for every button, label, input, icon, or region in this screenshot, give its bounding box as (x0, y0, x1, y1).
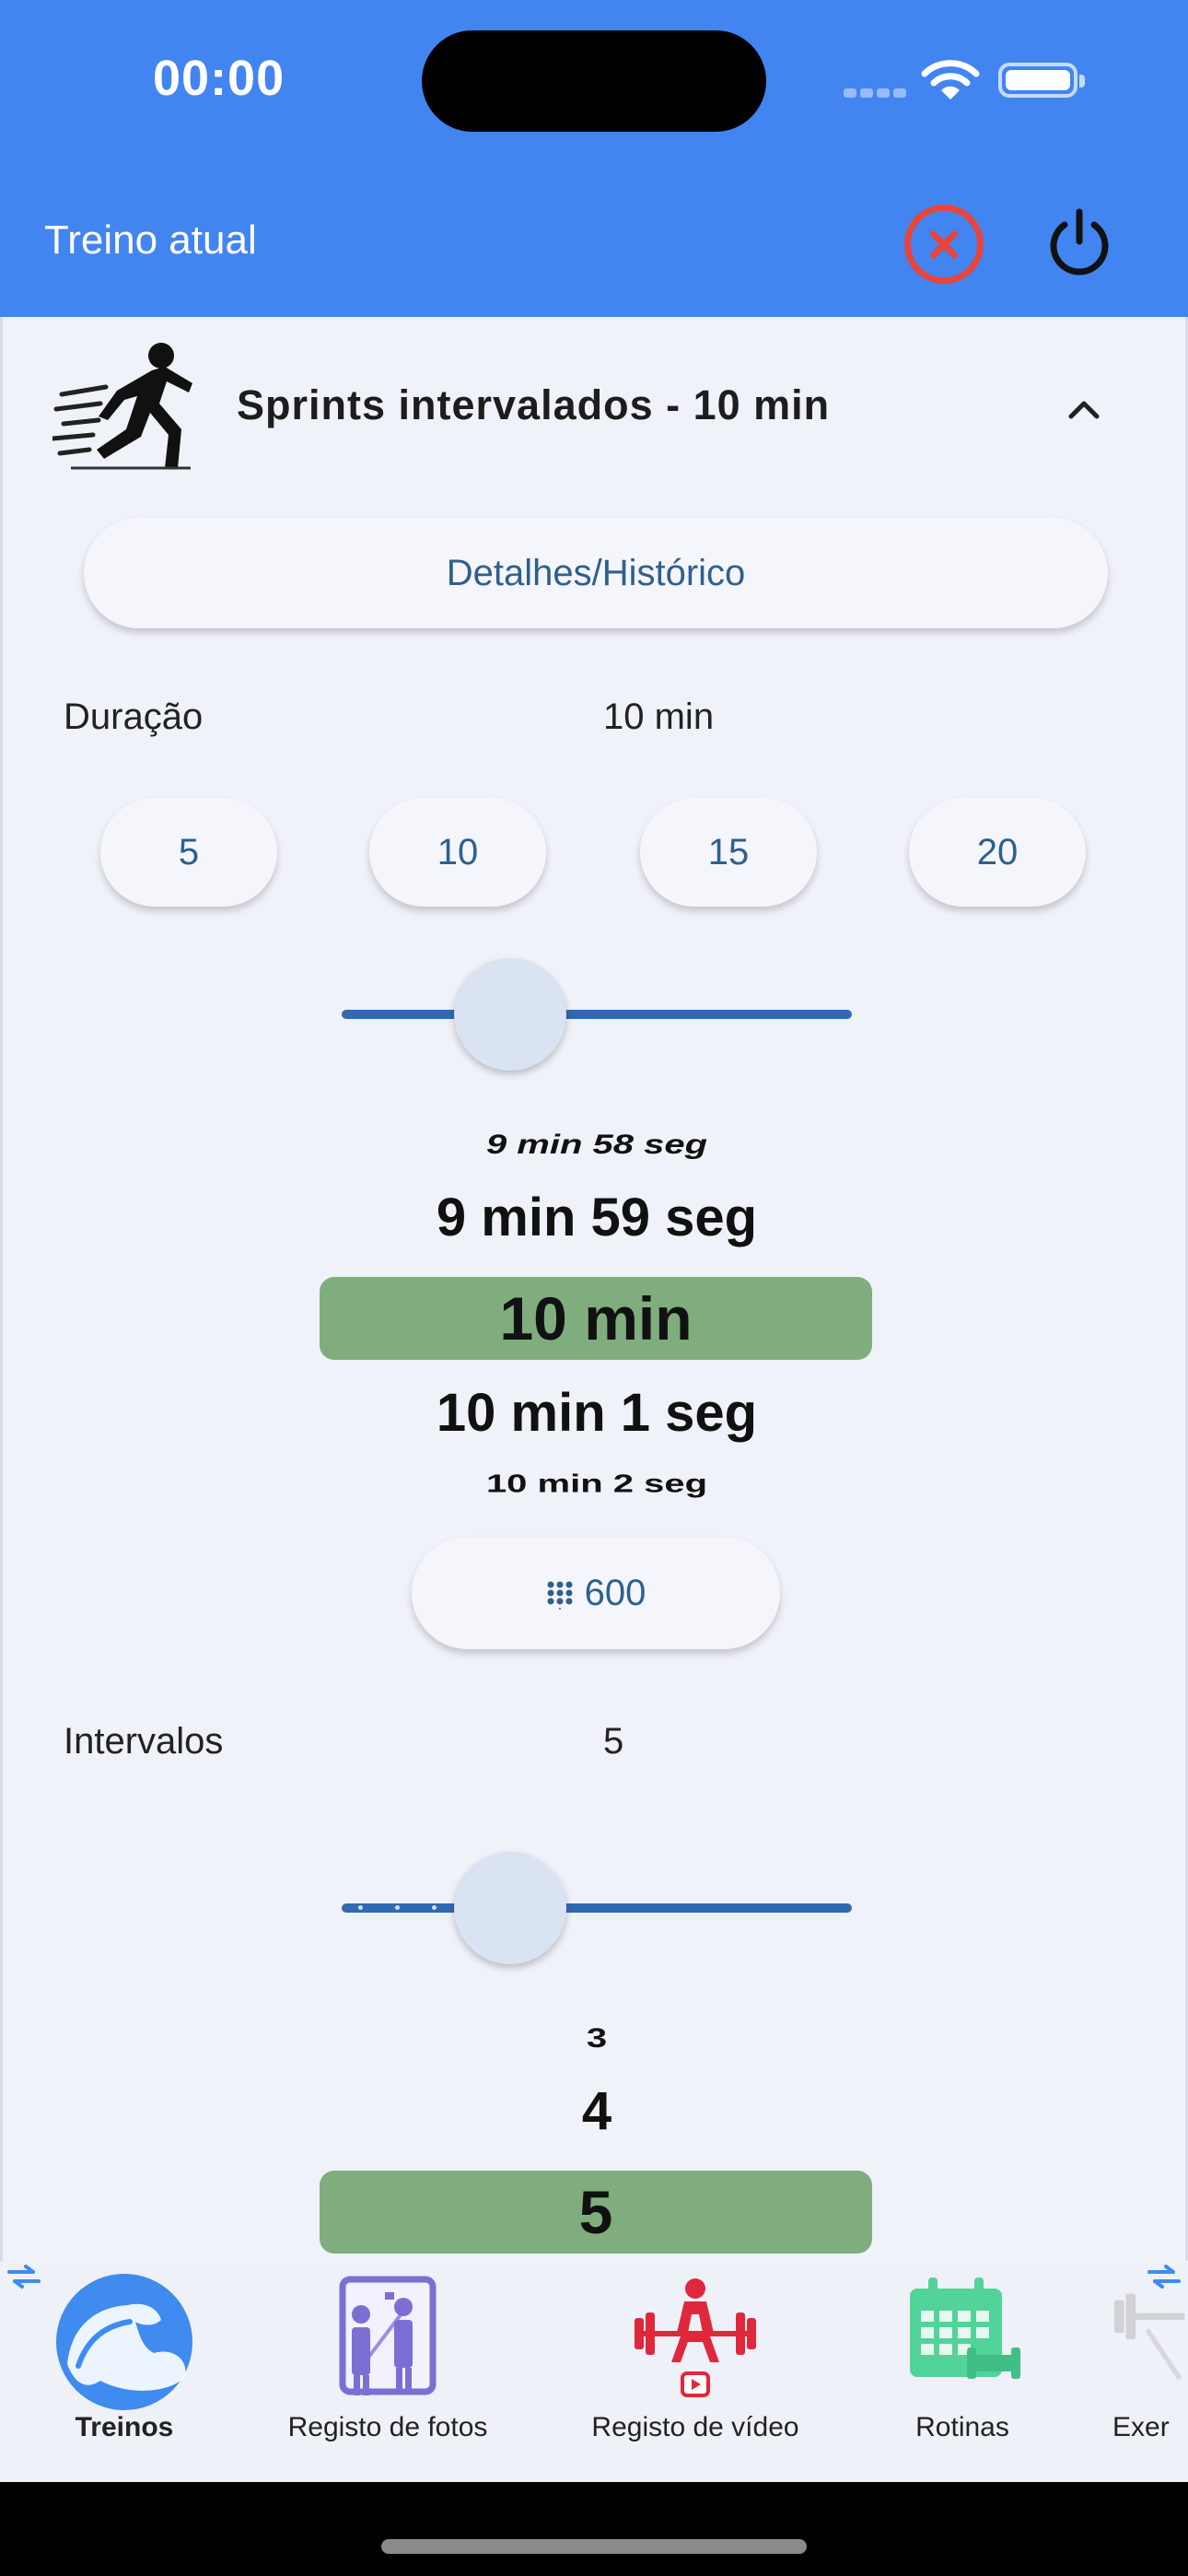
duration-picker-item[interactable]: 9 min 58 seg (3, 1130, 1188, 1161)
power-icon[interactable] (1044, 208, 1114, 278)
home-bar-area (0, 2482, 1188, 2576)
intervals-value: 5 (603, 1721, 624, 1762)
duration-preset-10[interactable]: 10 (369, 798, 546, 907)
nav-label: Registo de vídeo (591, 2412, 799, 2442)
intervals-picker-selected[interactable]: 5 (320, 2171, 872, 2254)
home-indicator[interactable] (381, 2539, 807, 2554)
wifi-icon (921, 60, 980, 100)
nav-label: Rotinas (915, 2412, 1009, 2442)
chevron-up-icon[interactable] (1067, 392, 1101, 426)
photo-log-icon (339, 2276, 437, 2395)
dumbbell-icon (1114, 2293, 1185, 2381)
nav-label: Treinos (75, 2412, 174, 2442)
duration-picker-selected[interactable]: 10 min (320, 1277, 872, 1360)
nav-item-rotinas[interactable]: Rotinas (893, 2261, 1031, 2482)
duration-label: Duração (64, 697, 204, 737)
duration-slider-track[interactable] (342, 1010, 852, 1019)
exercise-title: Sprints intervalados - 10 min (237, 381, 831, 428)
runner-icon (52, 343, 192, 470)
cellular-icon (844, 88, 908, 100)
nav-item-registo-fotos[interactable]: Registo de fotos (273, 2261, 503, 2482)
status-time: 00:00 (153, 51, 285, 106)
numeric-entry-value: 600 (584, 1572, 646, 1613)
bottom-navigation: Treinos Registo de fotos Registo de víde… (0, 2261, 1188, 2482)
exercise-card: Sprints intervalados - 10 min Detalhes/H… (0, 317, 1188, 2261)
nav-label: Exer (1112, 2412, 1170, 2442)
biceps-icon (56, 2274, 192, 2410)
battery-icon (998, 63, 1085, 98)
nav-item-exercicios[interactable]: Exer (1105, 2261, 1188, 2482)
weightlifting-video-icon (635, 2278, 756, 2397)
scroll-hint-icon (1147, 2265, 1181, 2289)
duration-picker-item[interactable]: 9 min 59 seg (3, 1187, 1188, 1248)
calendar-icon (910, 2277, 1020, 2379)
duration-picker-item[interactable]: 10 min 1 seg (3, 1382, 1188, 1444)
duration-value: 10 min (603, 697, 715, 737)
dynamic-island (422, 30, 766, 132)
duration-preset-20[interactable]: 20 (909, 798, 1086, 907)
intervals-slider-ticks (358, 1905, 469, 1911)
duration-preset-15[interactable]: 15 (640, 798, 817, 907)
intervals-label: Intervalos (64, 1721, 224, 1762)
scroll-hint-icon (7, 2265, 41, 2289)
nav-item-treinos[interactable]: Treinos (37, 2261, 212, 2482)
status-icons (840, 53, 1085, 105)
intervals-slider-thumb[interactable] (453, 1852, 566, 1964)
close-workout-button[interactable] (904, 205, 984, 284)
duration-preset-5[interactable]: 5 (100, 798, 277, 907)
keypad-icon (547, 1581, 573, 1610)
duration-picker-item[interactable]: 10 min 2 seg (3, 1469, 1188, 1499)
intervals-picker-item[interactable]: 3 (3, 2023, 1188, 2055)
intervals-picker-item[interactable]: 4 (3, 2080, 1188, 2142)
nav-label: Registo de fotos (287, 2412, 488, 2442)
app-bar: 00:00 Treino atual (0, 0, 1188, 317)
page-title: Treino atual (44, 217, 257, 263)
nav-item-registo-video[interactable]: Registo de vídeo (571, 2261, 820, 2482)
numeric-entry-button[interactable]: 600 (412, 1537, 780, 1649)
duration-slider-thumb[interactable] (453, 958, 566, 1071)
details-history-button[interactable]: Detalhes/Histórico (84, 518, 1108, 628)
